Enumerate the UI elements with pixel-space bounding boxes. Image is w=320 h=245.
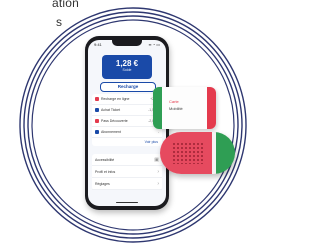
card-subtitle: Mobilité xyxy=(169,106,183,111)
list-item[interactable]: Recharge en ligne +20 € xyxy=(92,94,162,105)
history-icon xyxy=(95,108,99,112)
balance-amount: 1,28 € xyxy=(115,59,139,68)
history-icon xyxy=(95,97,99,101)
balance-label: Solde xyxy=(122,68,132,72)
status-bar: 9:41 ▪▪ ◔ ▭ xyxy=(94,42,160,48)
option-settings[interactable]: Réglages › xyxy=(92,178,162,190)
history-icon xyxy=(95,130,99,134)
history-icon xyxy=(95,119,99,123)
balance-card: 1,28 € Solde xyxy=(102,55,152,79)
recharge-button[interactable]: Recharge xyxy=(100,82,156,92)
list-item[interactable]: Pass Découverte -2,00 € xyxy=(92,116,162,127)
list-item[interactable]: Abonnement - xyxy=(92,127,162,138)
card-stripe-red xyxy=(207,87,216,129)
status-icons: ▪▪ ◔ ▭ xyxy=(148,42,160,47)
card-stripe-green xyxy=(153,87,162,129)
list-item[interactable]: Achat Ticket -1,50 € xyxy=(92,105,162,116)
home-indicator xyxy=(116,201,138,203)
see-all-link[interactable]: Voir plus xyxy=(92,138,162,146)
history-list: Recharge en ligne +20 € Achat Ticket -1,… xyxy=(92,94,162,146)
transport-card: Carte Mobilité xyxy=(153,87,216,129)
chevron-right-icon: › xyxy=(157,168,159,175)
chevron-right-icon: › xyxy=(157,180,159,187)
option-accessibility[interactable]: Accessibilité ▣ xyxy=(92,154,162,166)
status-time: 9:41 xyxy=(94,42,102,47)
speaker-grille xyxy=(172,142,204,164)
card-title: Carte xyxy=(169,99,179,104)
speaker-pill xyxy=(160,132,235,174)
lock-icon: ▣ xyxy=(154,156,159,163)
option-profile[interactable]: Profil et infos › xyxy=(92,166,162,178)
options-list: Accessibilité ▣ Profil et infos › Réglag… xyxy=(92,154,162,190)
pill-green-cap xyxy=(216,132,235,174)
